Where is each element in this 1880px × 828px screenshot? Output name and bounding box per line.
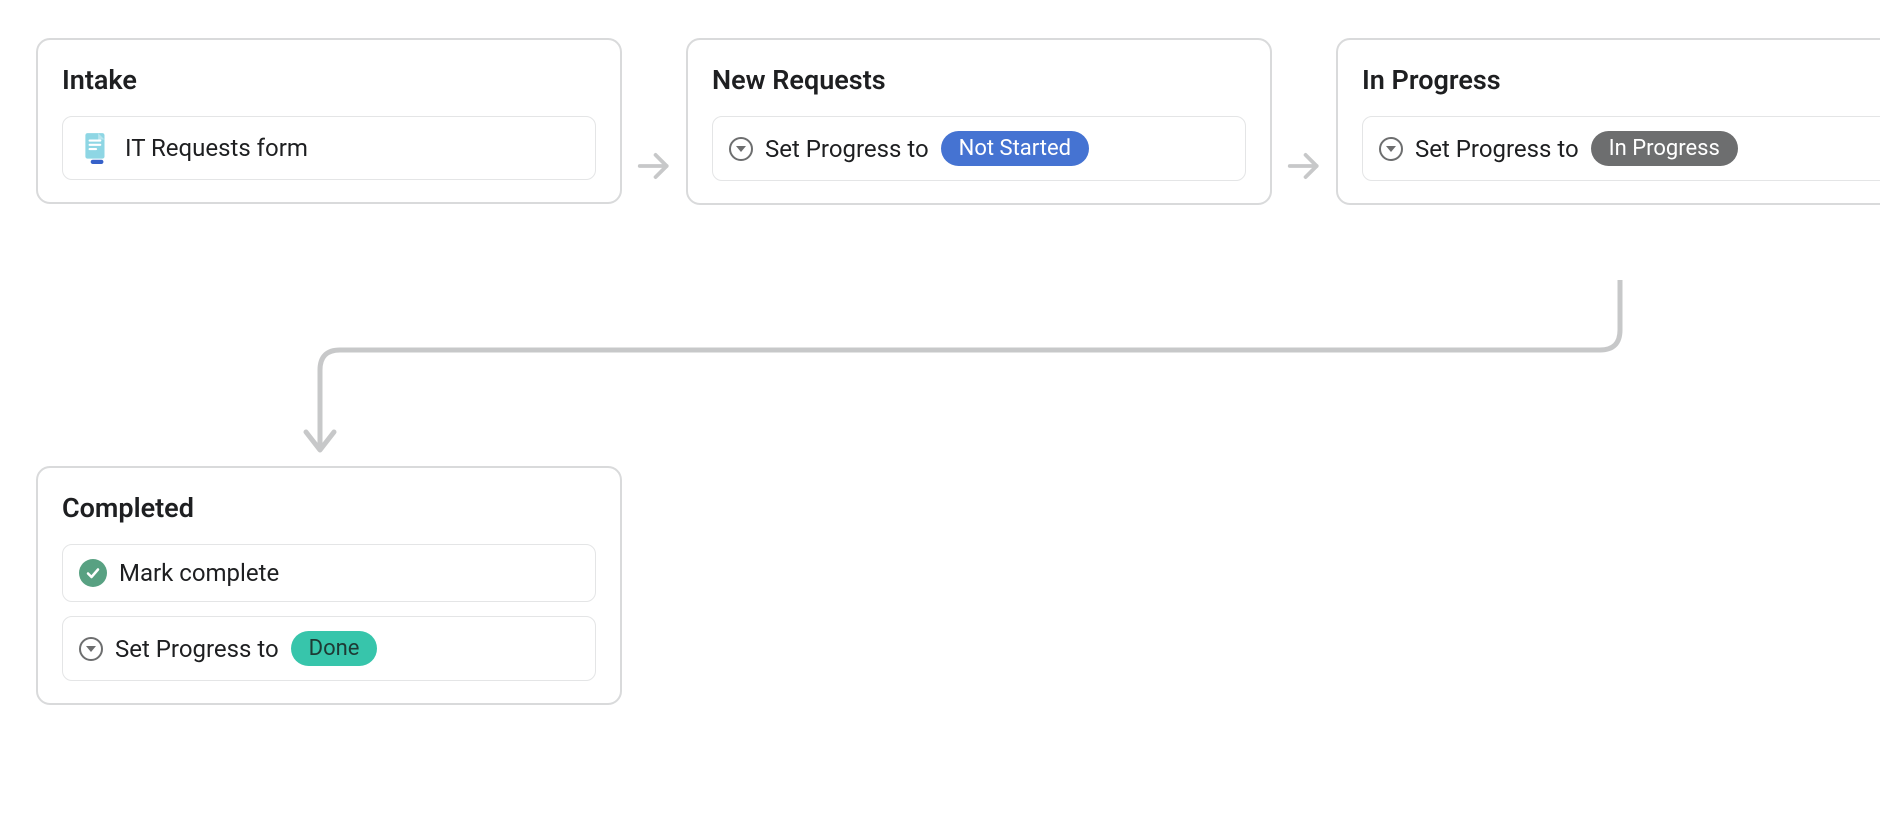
connector-return-arrow [300,280,1640,470]
set-progress-action[interactable]: Set Progress to Not Started [712,116,1246,181]
set-progress-action[interactable]: Set Progress to Done [62,616,596,681]
stage-completed[interactable]: Completed Mark complete Set Progress to … [36,466,622,705]
form-document-icon [79,131,113,165]
chevron-down-circle-icon [729,137,753,161]
arrow-right-icon [628,140,680,192]
stage-title: New Requests [712,64,1246,96]
stage-in-progress[interactable]: In Progress Set Progress to In Progress [1336,38,1880,205]
intake-form-label: IT Requests form [125,134,308,162]
set-progress-label: Set Progress to [1415,135,1579,163]
mark-complete-label: Mark complete [119,559,279,587]
stage-title: Completed [62,492,596,524]
chevron-down-circle-icon [79,637,103,661]
status-pill-in-progress: In Progress [1591,131,1738,166]
stage-title: In Progress [1362,64,1880,96]
mark-complete-action[interactable]: Mark complete [62,544,596,602]
set-progress-action[interactable]: Set Progress to In Progress [1362,116,1880,181]
stage-title: Intake [62,64,596,96]
check-circle-icon [79,559,107,587]
set-progress-label: Set Progress to [765,135,929,163]
chevron-down-circle-icon [1379,137,1403,161]
intake-form-action[interactable]: IT Requests form [62,116,596,180]
status-pill-done: Done [291,631,378,666]
stage-new-requests[interactable]: New Requests Set Progress to Not Started [686,38,1272,205]
arrow-right-icon [1278,140,1330,192]
status-pill-not-started: Not Started [941,131,1089,166]
stage-intake[interactable]: Intake IT Requests form [36,38,622,204]
set-progress-label: Set Progress to [115,635,279,663]
